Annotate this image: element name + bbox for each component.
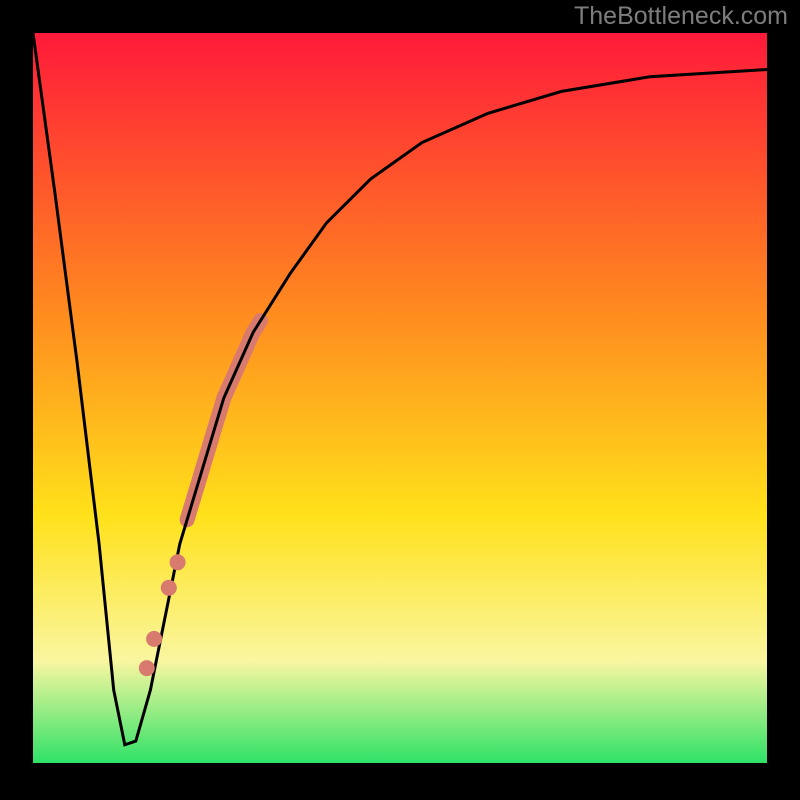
scatter-dot — [161, 580, 177, 596]
chart-svg — [0, 0, 800, 800]
chart-canvas: TheBottleneck.com — [0, 0, 800, 800]
scatter-dot — [146, 631, 162, 647]
watermark-text: TheBottleneck.com — [574, 2, 788, 31]
scatter-dot — [170, 554, 186, 570]
scatter-dot — [139, 660, 155, 676]
plot-area — [33, 33, 767, 763]
plot-background — [33, 33, 767, 763]
